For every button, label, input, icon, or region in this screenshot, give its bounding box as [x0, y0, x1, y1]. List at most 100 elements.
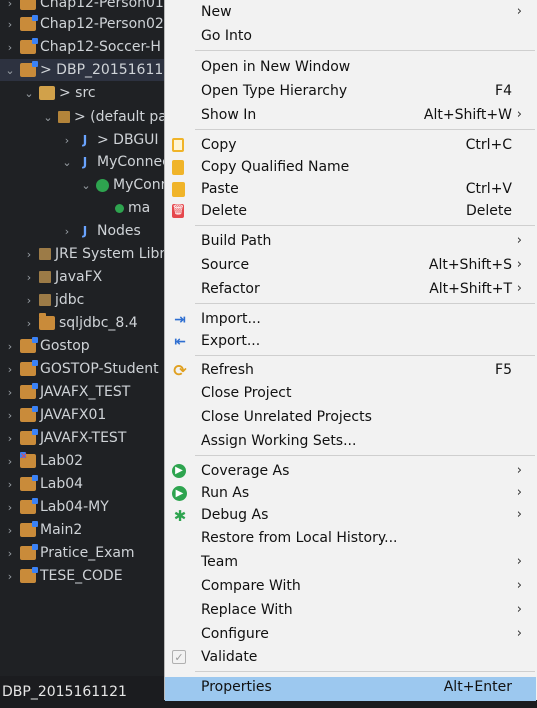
collapse-arrow-icon[interactable]: › — [4, 18, 16, 31]
menu-configure[interactable]: Configure › — [165, 624, 536, 646]
menu-import[interactable]: ⇥ Import... — [165, 309, 536, 331]
submenu-chevron-icon: › — [516, 554, 522, 569]
expand-arrow-icon[interactable]: ⌄ — [23, 87, 35, 100]
menu-item-label: Restore from Local History... — [201, 530, 398, 546]
tree-item[interactable]: › Chap12-Person02 — [0, 13, 164, 35]
tree-item[interactable]: › Pratice_Exam — [0, 542, 164, 564]
tree-item[interactable]: › TESE_CODE — [0, 565, 164, 587]
tree-item[interactable]: ⌄ > src — [0, 82, 164, 104]
collapse-arrow-icon[interactable]: › — [23, 271, 35, 284]
collapse-arrow-icon[interactable]: › — [23, 294, 35, 307]
tree-item[interactable]: ⌄ MyConn — [0, 174, 164, 196]
collapse-arrow-icon[interactable]: › — [61, 134, 73, 147]
menu-run-as[interactable]: ▶ Run As › — [165, 483, 536, 505]
collapse-arrow-icon[interactable]: › — [4, 409, 16, 422]
menu-refresh[interactable]: ⟳ Refresh F5 — [165, 360, 536, 382]
menu-export[interactable]: ⇤ Export... — [165, 331, 536, 353]
menu-coverage-as[interactable]: ▶ Coverage As › — [165, 461, 536, 483]
collapse-arrow-icon[interactable]: › — [23, 248, 35, 261]
collapse-arrow-icon[interactable]: › — [4, 501, 16, 514]
menu-build-path[interactable]: Build Path › — [165, 231, 536, 253]
library-icon — [39, 248, 51, 260]
menu-team[interactable]: Team › — [165, 552, 536, 574]
collapse-arrow-icon[interactable]: › — [4, 386, 16, 399]
menu-show-in[interactable]: Show In Alt+Shift+W › — [165, 105, 536, 127]
collapse-arrow-icon[interactable]: › — [23, 317, 35, 330]
tree-item[interactable]: › JAVAFX01 — [0, 404, 164, 426]
context-menu[interactable]: New › Go Into Open in New Window Open Type H… — [164, 0, 537, 701]
menu-separator — [195, 355, 535, 356]
tree-item[interactable]: › sqljdbc_8.4 — [0, 312, 164, 334]
tree-item[interactable]: › JAVAFX_TEST — [0, 381, 164, 403]
project-explorer-tree[interactable]: › Chap12-Person01 › Chap12-Person02 › Chap12-… — [0, 0, 164, 676]
library-icon — [39, 271, 51, 283]
tree-item[interactable]: › JAVAFX-TEST — [0, 427, 164, 449]
project-folder-icon — [20, 38, 38, 54]
menu-open-type-hierarchy[interactable]: Open Type Hierarchy F4 — [165, 81, 536, 103]
menu-separator — [195, 225, 535, 226]
tree-item[interactable]: › Chap12-Person01 — [0, 0, 164, 14]
expand-arrow-icon[interactable]: ⌄ — [80, 179, 92, 192]
menu-go-into[interactable]: Go Into — [165, 26, 536, 48]
collapse-arrow-icon[interactable]: › — [4, 41, 16, 54]
menu-paste[interactable]: Paste Ctrl+V — [165, 179, 536, 201]
collapse-arrow-icon[interactable]: › — [4, 570, 16, 583]
menu-delete[interactable]: 🗑 Delete Delete — [165, 201, 536, 223]
submenu-chevron-icon: › — [516, 626, 522, 641]
menu-item-shortcut: Alt+Shift+S — [428, 257, 512, 273]
expand-arrow-icon[interactable]: ⌄ — [42, 111, 54, 124]
tree-item[interactable]: › JavaFX — [0, 266, 164, 288]
menu-item-label: Copy — [201, 137, 237, 153]
menu-item-label: Import... — [201, 311, 261, 327]
menu-close-project[interactable]: Close Project — [165, 383, 536, 405]
tree-item[interactable]: › Chap12-Soccer-H — [0, 36, 164, 58]
tree-item[interactable]: ma — [0, 197, 164, 219]
menu-item-label: Refactor — [201, 281, 260, 297]
tree-item[interactable]: › J > DBGUI — [0, 129, 164, 151]
collapse-arrow-icon[interactable]: › — [61, 225, 73, 238]
project-folder-icon — [20, 383, 38, 399]
menu-debug-as[interactable]: ✱ Debug As › — [165, 505, 536, 527]
tree-item[interactable]: › Gostop — [0, 335, 164, 357]
collapse-arrow-icon[interactable]: › — [4, 340, 16, 353]
menu-restore-local-history[interactable]: Restore from Local History... — [165, 528, 536, 550]
collapse-arrow-icon[interactable]: › — [4, 547, 16, 560]
collapse-arrow-icon[interactable]: › — [4, 455, 16, 468]
tree-item[interactable]: › Lab02 — [0, 450, 164, 472]
menu-new[interactable]: New › — [165, 2, 536, 24]
menu-validate[interactable]: ✓ Validate — [165, 647, 536, 669]
menu-compare-with[interactable]: Compare With › — [165, 576, 536, 598]
expand-arrow-icon[interactable]: ⌄ — [61, 156, 73, 169]
expand-arrow-icon[interactable]: ⌄ — [4, 64, 16, 77]
tree-item[interactable]: ⌄ > (default package) — [0, 106, 164, 128]
menu-item-label: Copy Qualified Name — [201, 159, 350, 175]
menu-replace-with[interactable]: Replace With › — [165, 600, 536, 622]
tree-item[interactable]: ⌄ J MyConnection — [0, 151, 164, 173]
tree-item[interactable]: › jdbc — [0, 289, 164, 311]
collapse-arrow-icon[interactable]: › — [4, 524, 16, 537]
menu-item-shortcut: F5 — [495, 362, 512, 378]
menu-refactor[interactable]: Refactor Alt+Shift+T › — [165, 279, 536, 301]
tree-item[interactable]: › J Nodes — [0, 220, 164, 242]
collapse-arrow-icon[interactable]: › — [4, 0, 16, 10]
menu-source[interactable]: Source Alt+Shift+S › — [165, 255, 536, 277]
collapse-arrow-icon[interactable]: › — [4, 478, 16, 491]
tree-item[interactable]: › Lab04 — [0, 473, 164, 495]
package-icon — [58, 111, 70, 123]
tree-item[interactable]: ⌄ > DBP_2015161121 — [0, 59, 164, 81]
run-icon: ▶ — [172, 486, 187, 501]
menu-close-unrelated-projects[interactable]: Close Unrelated Projects — [165, 407, 536, 429]
tree-item[interactable]: › GOSTOP-Student — [0, 358, 164, 380]
project-folder-icon — [20, 15, 38, 31]
menu-separator — [195, 50, 535, 51]
menu-properties[interactable]: Properties Alt+Enter — [165, 677, 536, 701]
collapse-arrow-icon[interactable]: › — [4, 432, 16, 445]
menu-copy-qualified-name[interactable]: Copy Qualified Name — [165, 157, 536, 179]
tree-item[interactable]: › Main2 — [0, 519, 164, 541]
tree-item[interactable]: › Lab04-MY — [0, 496, 164, 518]
collapse-arrow-icon[interactable]: › — [4, 363, 16, 376]
tree-item[interactable]: › JRE System Library — [0, 243, 164, 265]
menu-copy[interactable]: Copy Ctrl+C — [165, 135, 536, 157]
menu-open-new-window[interactable]: Open in New Window — [165, 57, 536, 79]
menu-assign-working-sets[interactable]: Assign Working Sets... — [165, 431, 536, 453]
